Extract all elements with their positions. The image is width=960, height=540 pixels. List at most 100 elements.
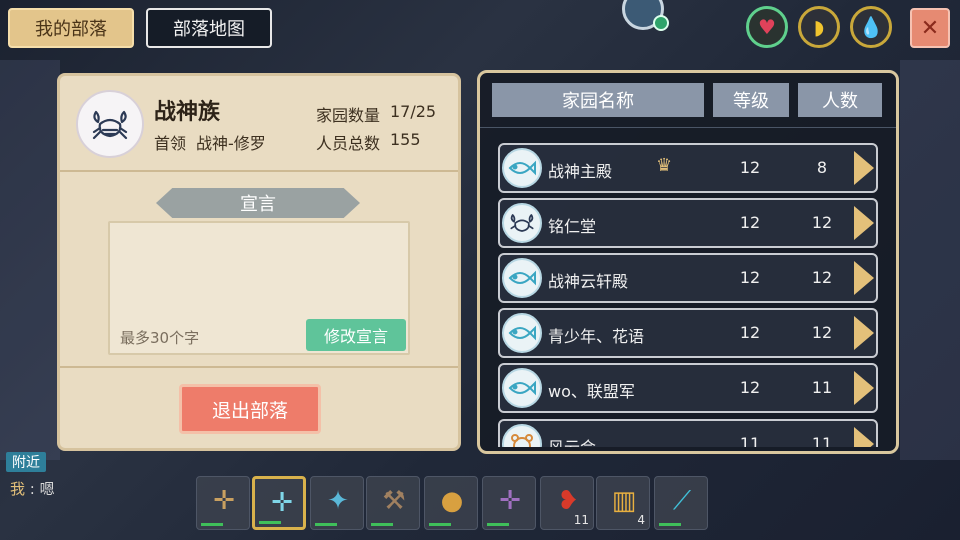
leader-name: 战神-修罗	[196, 134, 266, 153]
hotbar-slot-selected[interactable]: ✛	[252, 476, 306, 530]
chat-channel-tag[interactable]: 附近	[6, 452, 46, 472]
arrow-right-icon[interactable]	[854, 261, 874, 295]
manifesto-placeholder: 最多30个字	[120, 329, 200, 347]
home-level: 12	[739, 158, 761, 177]
home-count-label: 家园数量	[316, 106, 381, 125]
home-member-count: 11	[811, 434, 833, 447]
home-name: 青少年、花语	[548, 327, 645, 346]
home-name: wo、联盟军	[548, 382, 635, 401]
crab-emblem-icon	[502, 203, 542, 243]
column-header-home-name: 家园名称	[492, 83, 704, 117]
exit-tribe-button[interactable]: 退出部落	[179, 384, 321, 434]
column-header-level: 等级	[713, 83, 789, 117]
player-avatar[interactable]	[622, 0, 669, 31]
hotbar-slot[interactable]: ✦	[310, 476, 364, 530]
list-item[interactable]: 青少年、花语 12 12	[498, 308, 878, 358]
durability-bar	[201, 523, 223, 526]
home-level: 11	[739, 434, 761, 447]
durability-bar	[259, 521, 281, 524]
hotbar-slot[interactable]: ✛	[196, 476, 250, 530]
hotbar: ✛ ✛ ✦ ⚒ ● ✛ ❥ 11 ▥ 4 ⟋	[196, 476, 708, 532]
fish-emblem-icon	[502, 148, 542, 188]
home-member-count: 11	[811, 378, 833, 397]
home-name: 战神云轩殿	[548, 272, 629, 291]
home-level: 12	[739, 268, 761, 287]
chat-text: 嗯	[39, 480, 55, 498]
list-item[interactable]: 战神云轩殿 12 12	[498, 253, 878, 303]
durability-bar	[659, 523, 681, 526]
tab-my-tribe[interactable]: 我的部落	[8, 8, 134, 48]
home-count: 17/25	[390, 102, 437, 121]
arrow-right-icon[interactable]	[854, 427, 874, 447]
home-level: 12	[739, 378, 761, 397]
arrow-right-icon[interactable]	[854, 371, 874, 405]
durability-bar	[487, 523, 509, 526]
clan-header: 战神族 首领 战神-修罗 家园数量 17/25 人员总数 155	[60, 76, 458, 172]
hotbar-slot[interactable]: ✛	[482, 476, 536, 530]
close-icon: ✕	[920, 15, 940, 41]
background-beam	[900, 60, 960, 460]
member-count: 155	[390, 130, 421, 149]
home-list-panel: 家园名称 等级 人数 战神主殿 ♛ 12 8 铭仁堂 12 12 战神云轩殿 1…	[477, 70, 899, 454]
item-count: 4	[637, 513, 645, 527]
water-drop-icon: 💧	[850, 6, 892, 48]
home-member-count: 8	[816, 158, 828, 177]
gourd-icon: ●	[440, 486, 464, 516]
hotbar-slot[interactable]: ⟋	[654, 476, 708, 530]
hotbar-slot[interactable]: ●	[424, 476, 478, 530]
hotbar-slot[interactable]: ❥ 11	[540, 476, 594, 530]
list-item[interactable]: 风云会 11 11	[498, 419, 878, 447]
arrow-right-icon[interactable]	[854, 206, 874, 240]
fish-emblem-icon	[502, 313, 542, 353]
list-item[interactable]: wo、联盟军 12 11	[498, 363, 878, 413]
durability-bar	[371, 523, 393, 526]
microphone-icon[interactable]	[653, 15, 669, 31]
chat-message: 我 : 嗯	[10, 478, 55, 499]
home-name: 战神主殿	[548, 162, 613, 181]
durability-bar	[429, 523, 451, 526]
ice-crossbow-icon: ✛	[271, 488, 293, 518]
arrow-right-icon[interactable]	[854, 316, 874, 350]
banana-icon: ◗	[798, 6, 840, 48]
durability-bar	[315, 523, 337, 526]
pickaxe-icon: ⚒	[382, 486, 406, 516]
home-name: 铭仁堂	[548, 217, 597, 236]
tab-tribe-map[interactable]: 部落地图	[146, 8, 272, 48]
home-member-count: 12	[811, 268, 833, 287]
home-list[interactable]: 战神主殿 ♛ 12 8 铭仁堂 12 12 战神云轩殿 12 12 青少年、花语…	[480, 141, 896, 447]
arrow-right-icon[interactable]	[854, 151, 874, 185]
leader-home-icon: ♛	[656, 155, 673, 176]
crossbow-icon: ✛	[213, 486, 235, 516]
hotbar-slot[interactable]: ⚒	[366, 476, 420, 530]
member-count-label: 人员总数	[316, 134, 381, 153]
manifesto-textarea[interactable]: 最多30个字 修改宣言	[108, 221, 410, 355]
list-item[interactable]: 铭仁堂 12 12	[498, 198, 878, 248]
clan-name: 战神族	[154, 100, 221, 125]
home-member-count: 12	[811, 323, 833, 342]
close-button[interactable]: ✕	[910, 8, 950, 48]
tribe-info-panel: 战神族 首领 战神-修罗 家园数量 17/25 人员总数 155 宣言 最多30…	[57, 73, 461, 451]
hotbar-slot[interactable]: ▥ 4	[596, 476, 650, 530]
fish-emblem-icon	[502, 258, 542, 298]
bear-emblem-icon	[502, 424, 542, 447]
list-item[interactable]: 战神主殿 ♛ 12 8	[498, 143, 878, 193]
leader-label: 首领	[154, 134, 187, 153]
chat-separator: :	[25, 480, 40, 498]
crystal-staff-icon: ⟋	[672, 485, 692, 516]
manifesto-title: 宣言	[156, 188, 360, 218]
item-count: 11	[573, 513, 589, 527]
home-member-count: 12	[811, 213, 833, 232]
dragonfly-bow-icon: ✦	[327, 486, 349, 516]
dark-crossbow-icon: ✛	[499, 486, 521, 516]
home-level: 12	[739, 323, 761, 342]
divider	[60, 366, 458, 368]
fish-emblem-icon	[502, 368, 542, 408]
background-beam	[0, 60, 60, 460]
heart-icon: ♥	[746, 6, 788, 48]
home-name: 风云会	[548, 434, 596, 447]
divider	[480, 127, 896, 128]
edit-manifesto-button[interactable]: 修改宣言	[306, 319, 406, 351]
chat-speaker: 我	[10, 480, 26, 498]
column-header-count: 人数	[798, 83, 882, 117]
home-level: 12	[739, 213, 761, 232]
